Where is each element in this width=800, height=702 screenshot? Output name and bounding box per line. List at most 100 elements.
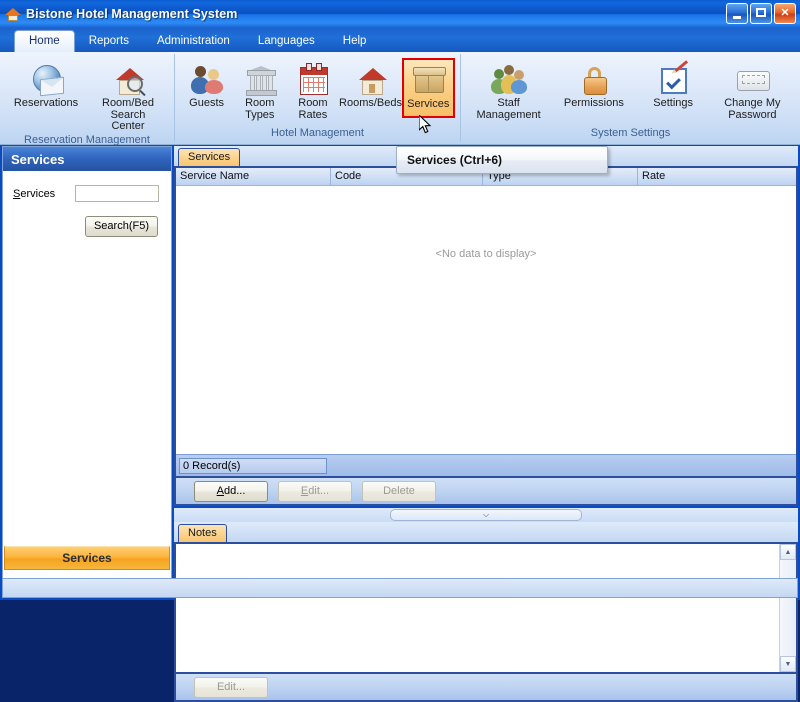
ribbon-label-settings: Settings [653,98,693,110]
cursor-arrow-icon [419,115,433,135]
maximize-button[interactable] [750,3,772,24]
ribbon-button-guests[interactable]: Guests [180,58,233,118]
add-button-mnemonic: A [217,485,224,497]
ribbon-button-room-rates[interactable]: Room Rates [286,58,339,122]
ribbon-label-room-rates-2: Rates [299,110,328,122]
main-content: Services Service Name Code Type Rate <No… [174,146,798,596]
sidebar-panel: Services Services Search(F5) Services [2,146,172,596]
delete-button[interactable]: Delete [362,481,436,502]
ribbon-toolbar: Reservations Room/Bed Search Center Rese… [0,52,800,145]
bank-icon [243,62,277,96]
ribbon-button-room-bed-search-center[interactable]: Room/Bed Search Center [91,58,165,134]
edit-button-rest: dit... [308,485,329,497]
services-grid: Service Name Code Type Rate <No data to … [174,168,798,478]
keyboard-icon [735,62,769,96]
ribbon-label-room-types-1: Room [245,98,274,110]
record-count: 0 Record(s) [179,458,327,474]
mouse-cursor [419,115,433,135]
menu-bar: Home Reports Administration Languages He… [0,28,800,52]
house-magnifier-icon [111,62,145,96]
notes-command-bar: Edit... [174,674,798,702]
window-controls: ✕ [726,3,796,24]
sidebar-search-form: Services Search(F5) [3,171,171,237]
splitter-grip[interactable]: ⌵ [390,509,582,521]
ribbon-label-room-types-2: Types [245,110,274,122]
search-field-label: Services [13,188,75,200]
ribbon-label-room-rates-1: Room [298,98,327,110]
tab-services[interactable]: Services [178,148,240,166]
ribbon-label-services: Services [407,99,449,111]
ribbon-button-settings[interactable]: Settings [642,58,704,118]
close-icon: ✕ [775,4,795,23]
title-bar: Bistone Hotel Management System ✕ [0,0,800,28]
grid-command-bar: Add... Edit... Delete [174,478,798,506]
grid-status-bar: 0 Record(s) [176,454,796,476]
ribbon-group-title-hotel-management: Hotel Management [175,127,460,142]
ribbon-label-permissions: Permissions [564,98,624,110]
ribbon-button-services[interactable]: Services [402,58,455,118]
notes-textarea[interactable] [176,544,779,672]
grid-body[interactable]: <No data to display> [176,186,796,455]
sidebar-header: Services [3,147,171,171]
menu-tab-help[interactable]: Help [329,31,381,52]
menu-tab-home[interactable]: Home [14,30,75,52]
people-icon [190,62,224,96]
search-label-rest: ervices [20,188,55,200]
scroll-down-icon[interactable]: ▼ [780,656,796,672]
ribbon-group-system-settings: Staff Management Permissions Settings [461,54,800,142]
app-house-icon [5,6,21,22]
ribbon-button-staff-management[interactable]: Staff Management [472,58,546,122]
globe-envelope-icon [29,62,63,96]
edit-button[interactable]: Edit... [278,481,352,502]
checkbox-pen-icon [656,62,690,96]
ribbon-label-room-bed-2: Search Center [93,110,163,133]
scroll-up-icon[interactable]: ▲ [780,544,796,560]
calendar-icon [296,62,330,96]
notes-tab-strip: Notes [174,522,798,544]
house-icon [354,62,388,96]
grid-empty-message: <No data to display> [176,248,796,260]
panel-splitter[interactable]: ⌵ [174,508,798,522]
add-button[interactable]: Add... [194,481,268,502]
ribbon-label-staff-1: Staff [497,98,519,110]
bottom-strip [2,578,798,598]
ribbon-label-password-2: Password [728,110,776,122]
sidebar-nav-button-services[interactable]: Services [4,546,170,570]
ribbon-label-rooms-beds: Rooms/Beds [339,98,402,110]
ribbon-group-title-system-settings: System Settings [461,127,800,142]
ribbon-group-reservation-management: Reservations Room/Bed Search Center Rese… [0,54,175,142]
ribbon-label-password-1: Change My [724,98,780,110]
ribbon-button-reservations[interactable]: Reservations [9,58,83,118]
notes-box: ▲ ▼ [174,544,798,674]
ribbon-button-permissions[interactable]: Permissions [557,58,631,118]
ribbon-label-guests: Guests [189,98,224,110]
ribbon-button-change-my-password[interactable]: Change My Password [715,58,789,122]
box-icon [411,63,445,97]
ribbon-label-reservations: Reservations [14,98,78,110]
menu-tab-reports[interactable]: Reports [75,31,143,52]
add-button-rest: dd... [224,485,245,497]
maximize-icon [756,8,766,17]
window-title: Bistone Hotel Management System [26,7,237,21]
services-tooltip: Services (Ctrl+6) [396,146,608,174]
ribbon-button-room-types[interactable]: Room Types [233,58,286,122]
minimize-button[interactable] [726,3,748,24]
search-button[interactable]: Search(F5) [85,216,158,237]
tab-notes[interactable]: Notes [178,524,227,542]
padlock-icon [577,62,611,96]
column-header-service-name[interactable]: Service Name [176,168,331,185]
ribbon-label-staff-2: Management [477,110,541,122]
chevron-down-icon: ⌵ [483,511,489,519]
group-icon [492,62,526,96]
search-input[interactable] [75,185,159,202]
application-window: Bistone Hotel Management System ✕ Home R… [0,0,800,600]
ribbon-button-rooms-beds[interactable]: Rooms/Beds [340,58,402,118]
minimize-icon [733,16,741,19]
notes-scrollbar[interactable]: ▲ ▼ [779,544,796,672]
ribbon-label-room-bed-1: Room/Bed [102,98,154,110]
notes-edit-button[interactable]: Edit... [194,677,268,698]
column-header-rate[interactable]: Rate [638,168,796,185]
menu-tab-administration[interactable]: Administration [143,31,244,52]
close-button[interactable]: ✕ [774,3,796,24]
menu-tab-languages[interactable]: Languages [244,31,329,52]
